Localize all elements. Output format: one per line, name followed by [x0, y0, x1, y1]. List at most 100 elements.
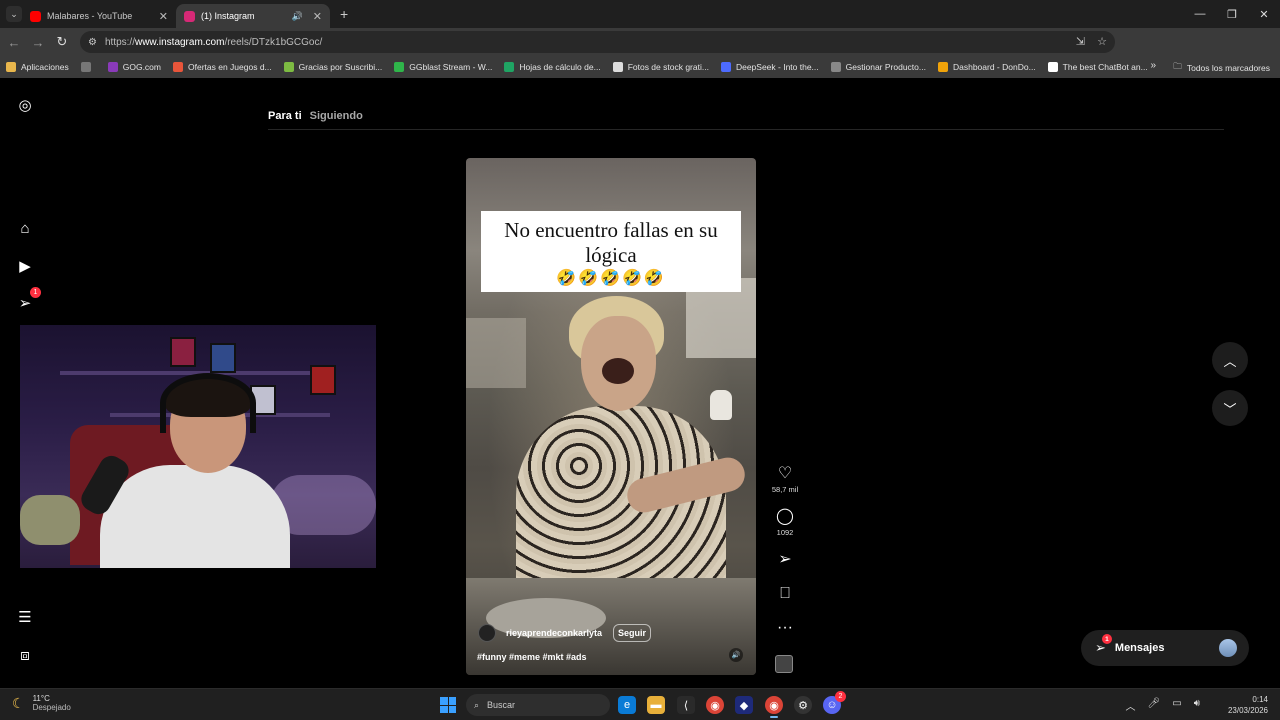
- tab-siguiendo[interactable]: Siguiendo: [310, 110, 363, 122]
- mute-icon[interactable]: 🔊: [729, 648, 743, 662]
- address-bar[interactable]: ⚙ https://www.instagram.com/reels/DTzk1b…: [80, 31, 1115, 53]
- tab-youtube[interactable]: Malabares - YouTube ✕: [22, 4, 176, 28]
- start-button[interactable]: [440, 697, 456, 713]
- video-frame: [466, 318, 526, 388]
- more-options-button[interactable]: ···: [766, 620, 804, 636]
- browser-tab-strip: ⌄ Malabares - YouTube ✕ (1) Instagram 🔊 …: [0, 0, 1280, 28]
- bookmark-favicon: [720, 62, 731, 72]
- new-tab-button[interactable]: +: [340, 6, 348, 22]
- bookmark-favicon: [1047, 62, 1058, 72]
- clock[interactable]: 0:14 23/03/2026: [1228, 694, 1268, 716]
- bookmark-item[interactable]: GOG.com: [107, 62, 161, 72]
- taskbar: ☾ 11°C Despejado ⌕ Buscar e ▬ ⟨ ◉ ◆ ◉ ⚙ …: [0, 688, 1280, 720]
- speaker-icon[interactable]: 🔊: [292, 11, 303, 22]
- bookmark-item[interactable]: Gestionar Producto...: [830, 62, 926, 72]
- bookmark-item[interactable]: [80, 62, 96, 72]
- audio-thumbnail[interactable]: [775, 655, 793, 673]
- reel-video[interactable]: No encuentro fallas en su lógica 🤣🤣🤣🤣🤣 r…: [466, 158, 756, 675]
- comment-button[interactable]: ◯ 1092: [766, 508, 804, 538]
- bookmark-star-icon[interactable]: ☆: [1097, 35, 1107, 48]
- like-count: 58,7 mil: [771, 485, 799, 494]
- tab-instagram[interactable]: (1) Instagram 🔊 ✕: [176, 4, 330, 28]
- close-window-button[interactable]: ✕: [1248, 8, 1280, 21]
- home-icon[interactable]: ⌂: [16, 219, 34, 237]
- volume-icon[interactable]: 🔊︎: [1194, 698, 1200, 713]
- weather-temp: 11°C: [32, 694, 50, 703]
- comment-count: 1092: [776, 528, 794, 537]
- video-frame: [602, 358, 634, 384]
- window-controls: — ❐ ✕: [1184, 0, 1280, 28]
- reel-author: rieyaprendeconkarlyta Seguir: [478, 624, 652, 642]
- file-explorer-icon[interactable]: ▬: [647, 696, 665, 714]
- reels-icon[interactable]: ▶: [16, 257, 34, 275]
- bookmark-favicon: [394, 62, 405, 72]
- comment-icon: ◯: [776, 508, 794, 525]
- chrome-icon[interactable]: ◉: [706, 696, 724, 714]
- minimize-button[interactable]: —: [1184, 8, 1216, 20]
- bookmark-item[interactable]: Aplicaciones: [6, 62, 69, 72]
- steam-icon[interactable]: ⚙: [794, 696, 812, 714]
- tab-para-ti[interactable]: Para ti: [268, 110, 302, 122]
- edge-icon[interactable]: e: [618, 696, 636, 714]
- search-placeholder: Buscar: [487, 700, 516, 710]
- heart-icon: ♡: [777, 465, 793, 482]
- messages-label: Mensajes: [1114, 642, 1165, 654]
- bookmark-item[interactable]: Dashboard - DonDo...: [937, 62, 1036, 72]
- site-info-icon[interactable]: ⚙: [88, 37, 97, 48]
- bookmark-favicon: [107, 62, 118, 72]
- app-icon[interactable]: ⟨: [677, 696, 695, 714]
- more-bookmarks-icon[interactable]: »: [1150, 60, 1156, 71]
- instagram-logo-icon[interactable]: ◎: [16, 96, 34, 114]
- microphone-icon[interactable]: 🎤︎: [1148, 698, 1161, 713]
- close-icon[interactable]: ✕: [159, 10, 168, 23]
- avatar[interactable]: [478, 624, 496, 642]
- back-button[interactable]: ←: [2, 35, 26, 50]
- bookmark-item[interactable]: DeepSeek - Into the...: [720, 62, 819, 72]
- install-app-icon[interactable]: ⇲: [1076, 35, 1085, 48]
- caption-text: No encuentro fallas en su lógica: [504, 218, 718, 267]
- reel-caption-overlay: No encuentro fallas en su lógica 🤣🤣🤣🤣🤣: [481, 211, 741, 292]
- omnibox-actions: ⇲ ☆: [1076, 35, 1107, 48]
- save-button[interactable]: ⎕: [766, 586, 804, 602]
- start-logo-tile: [448, 697, 456, 705]
- bookmark-item[interactable]: Fotos de stock grati...: [612, 62, 709, 72]
- display-icon[interactable]: ▭: [1172, 698, 1181, 713]
- share-button[interactable]: ➢: [766, 552, 804, 568]
- tab-search-button[interactable]: ⌄: [6, 6, 22, 22]
- folder-icon: 🗀: [1173, 61, 1182, 71]
- previous-reel-button[interactable]: ︿: [1212, 342, 1248, 378]
- chevron-up-icon[interactable]: ︿: [1126, 698, 1136, 713]
- taskbar-search[interactable]: ⌕ Buscar: [466, 694, 610, 716]
- chrome-profile-icon[interactable]: ◉: [765, 696, 783, 718]
- share-icon: ➢: [778, 551, 792, 568]
- bookmark-item[interactable]: Ofertas en Juegos d...: [173, 62, 272, 72]
- app-icon[interactable]: ◆: [735, 696, 753, 714]
- bookmark-item[interactable]: Gracias por Suscribi...: [283, 62, 382, 72]
- messages-icon[interactable]: ➢ 1: [16, 287, 41, 312]
- discord-icon[interactable]: ☺ 2: [823, 691, 846, 714]
- username[interactable]: rieyaprendeconkarlyta: [506, 628, 602, 638]
- follow-button[interactable]: Seguir: [613, 624, 652, 642]
- bookmark-item[interactable]: GGblast Stream - W...: [394, 62, 492, 72]
- all-bookmarks-folder[interactable]: 🗀 Todos los marcadores: [1173, 61, 1270, 75]
- reel-hashtags[interactable]: #funny #meme #mkt #ads: [477, 652, 587, 662]
- restore-button[interactable]: ❐: [1216, 8, 1248, 21]
- tab-label: Malabares - YouTube: [47, 11, 133, 21]
- bookmark-item[interactable]: The best ChatBot an...: [1047, 62, 1148, 72]
- bookmark-favicon: [173, 62, 183, 72]
- messenger-icon: ➢ 1: [1095, 634, 1112, 656]
- close-icon[interactable]: ✕: [313, 10, 322, 23]
- next-reel-button[interactable]: ﹀: [1212, 390, 1248, 426]
- bookmark-favicon: [612, 62, 623, 72]
- reload-button[interactable]: ↻: [50, 34, 74, 50]
- forward-button[interactable]: →: [26, 35, 50, 50]
- weather-widget[interactable]: ☾ 11°C Despejado: [12, 694, 71, 712]
- messages-button[interactable]: ➢ 1 Mensajes: [1081, 630, 1249, 666]
- chevron-down-icon: ﹀: [1223, 401, 1237, 417]
- like-button[interactable]: ♡ 58,7 mil: [766, 465, 804, 495]
- instagram-icon: [184, 10, 195, 22]
- bookmarks-bar: Aplicaciones GOG.com Ofertas en Juegos d…: [0, 56, 1280, 78]
- more-menu-icon[interactable]: ☰: [16, 608, 34, 626]
- bookmark-item[interactable]: Hojas de cálculo de...: [504, 62, 601, 72]
- also-from-meta-icon[interactable]: ⧈: [16, 646, 34, 664]
